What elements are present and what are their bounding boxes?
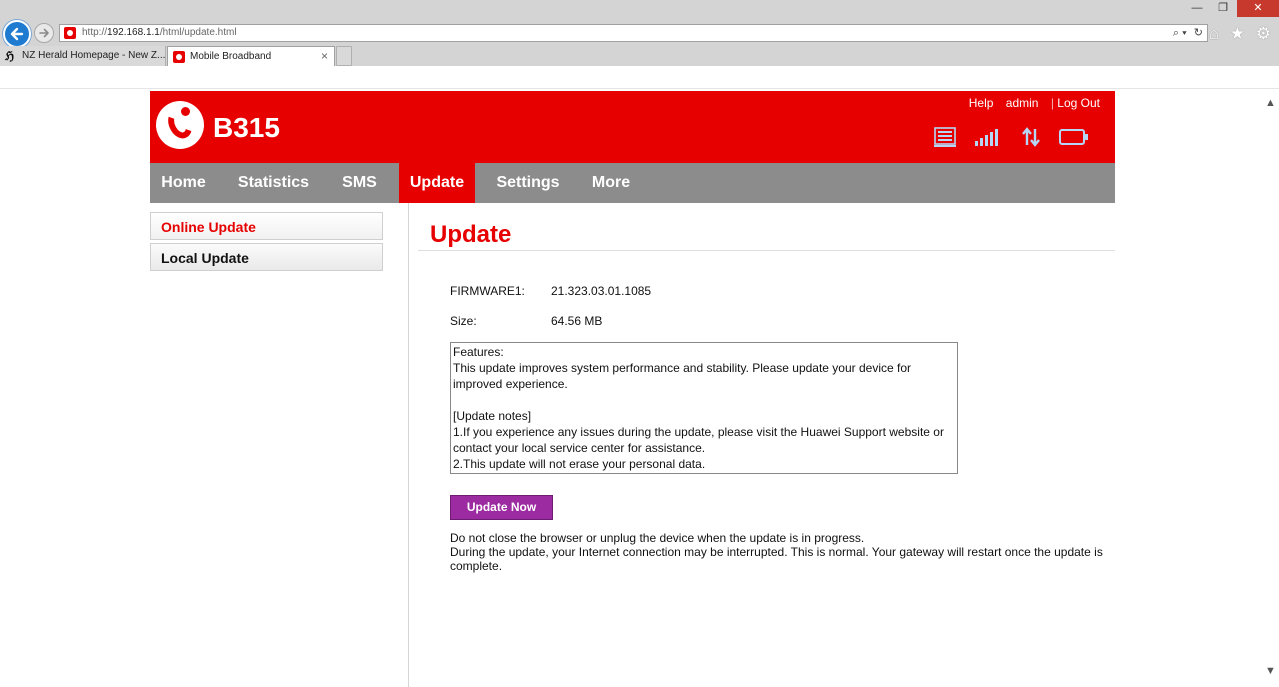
url-text[interactable]: http://192.168.1.1/html/update.html [82, 27, 237, 38]
top-links: Help admin | Log Out [969, 96, 1100, 110]
forward-button[interactable] [34, 23, 54, 43]
close-tab-icon[interactable]: × [321, 49, 328, 63]
maximize-button[interactable]: ❐ [1211, 0, 1235, 17]
sidebar: Online Update Local Update [150, 203, 409, 687]
tab-nz-herald[interactable]: ℌ NZ Herald Homepage - New Z... [0, 46, 166, 66]
menu-update[interactable]: Update [399, 163, 475, 203]
admin-link[interactable]: admin [1006, 96, 1039, 110]
update-warning: Do not close the browser or unplug the d… [450, 531, 1115, 573]
home-icon[interactable]: ⌂ [1209, 24, 1219, 43]
wifi-list-icon[interactable] [933, 127, 956, 147]
update-now-button[interactable]: Update Now [450, 495, 553, 520]
refresh-icon[interactable]: ↻ [1194, 27, 1203, 39]
sidebar-item-local-update[interactable]: Local Update [150, 243, 383, 271]
logout-link[interactable]: Log Out [1057, 96, 1100, 110]
page-title: Update [430, 221, 512, 248]
router-page: B315 Help admin | Log Out Home Statistic… [150, 91, 1115, 687]
signal-strength-icon[interactable] [974, 128, 1002, 146]
browser-chrome: — ❐ ✕ http://192.168.1.1/html/update.htm… [0, 0, 1279, 66]
menu-statistics[interactable]: Statistics [217, 163, 330, 203]
settings-gear-icon[interactable]: ⚙ [1256, 24, 1271, 43]
size-label: Size: [450, 314, 477, 328]
battery-icon[interactable] [1059, 128, 1089, 146]
status-icons [920, 127, 1089, 149]
main-content: Update FIRMWARE1: 21.323.03.01.1085 Size… [410, 203, 1115, 687]
tab-mobile-broadband[interactable]: Mobile Broadband × [167, 46, 335, 66]
size-value: 64.56 MB [551, 314, 603, 328]
warning-line-2: During the update, your Internet connect… [450, 545, 1103, 573]
arrow-right-icon [39, 28, 49, 38]
browser-toolbar-icons: ⌂ ★ ⚙ [1203, 24, 1271, 44]
vodafone-favicon [64, 27, 76, 39]
page-scrollbar[interactable]: ▲ ▼ [1262, 89, 1279, 687]
close-window-button[interactable]: ✕ [1237, 0, 1279, 17]
header: B315 Help admin | Log Out [150, 91, 1115, 163]
search-dropdown-icon[interactable]: ⌕ ▾ [1173, 27, 1187, 39]
menu-sms[interactable]: SMS [330, 163, 389, 203]
address-tools: ⌕ ▾ ↻ [1169, 26, 1203, 40]
release-notes-box[interactable]: Features: This update improves system pe… [450, 342, 958, 474]
sidebar-item-online-update[interactable]: Online Update [150, 212, 383, 240]
features-heading: Features: [453, 345, 504, 359]
main-menu: Home Statistics SMS Update Settings More [150, 163, 1115, 203]
link-separator: | [1050, 96, 1054, 110]
device-model: B315 [213, 112, 280, 143]
update-note-2: 2.This update will not erase your person… [453, 457, 706, 471]
scroll-down-icon[interactable]: ▼ [1265, 665, 1276, 677]
arrow-left-icon [10, 27, 24, 41]
address-bar[interactable]: http://192.168.1.1/html/update.html ⌕ ▾ … [59, 24, 1208, 42]
back-button[interactable] [3, 20, 31, 48]
favorites-star-icon[interactable]: ★ [1230, 24, 1245, 43]
tab-label: NZ Herald Homepage - New Z... [22, 50, 166, 61]
divider [0, 88, 1279, 89]
features-text: This update improves system performance … [453, 361, 912, 391]
warning-line-1: Do not close the browser or unplug the d… [450, 531, 865, 545]
menu-more[interactable]: More [574, 163, 648, 203]
tab-label: Mobile Broadband [190, 51, 272, 62]
firmware-value: 21.323.03.01.1085 [551, 284, 652, 298]
help-link[interactable]: Help [969, 96, 994, 110]
update-notes-heading: [Update notes] [453, 409, 532, 423]
new-tab-button[interactable] [336, 46, 352, 66]
menu-home[interactable]: Home [150, 163, 217, 203]
firmware-label: FIRMWARE1: [450, 284, 525, 298]
update-note-1: 1.If you experience any issues during th… [453, 425, 944, 455]
newspaper-icon: ℌ [5, 49, 15, 63]
menu-settings[interactable]: Settings [482, 163, 574, 203]
vodafone-logo [156, 101, 204, 149]
minimize-button[interactable]: — [1185, 0, 1209, 17]
vodafone-favicon [173, 51, 185, 63]
scroll-up-icon[interactable]: ▲ [1265, 97, 1276, 109]
title-divider [418, 250, 1115, 251]
data-transfer-icon[interactable] [1021, 127, 1041, 147]
